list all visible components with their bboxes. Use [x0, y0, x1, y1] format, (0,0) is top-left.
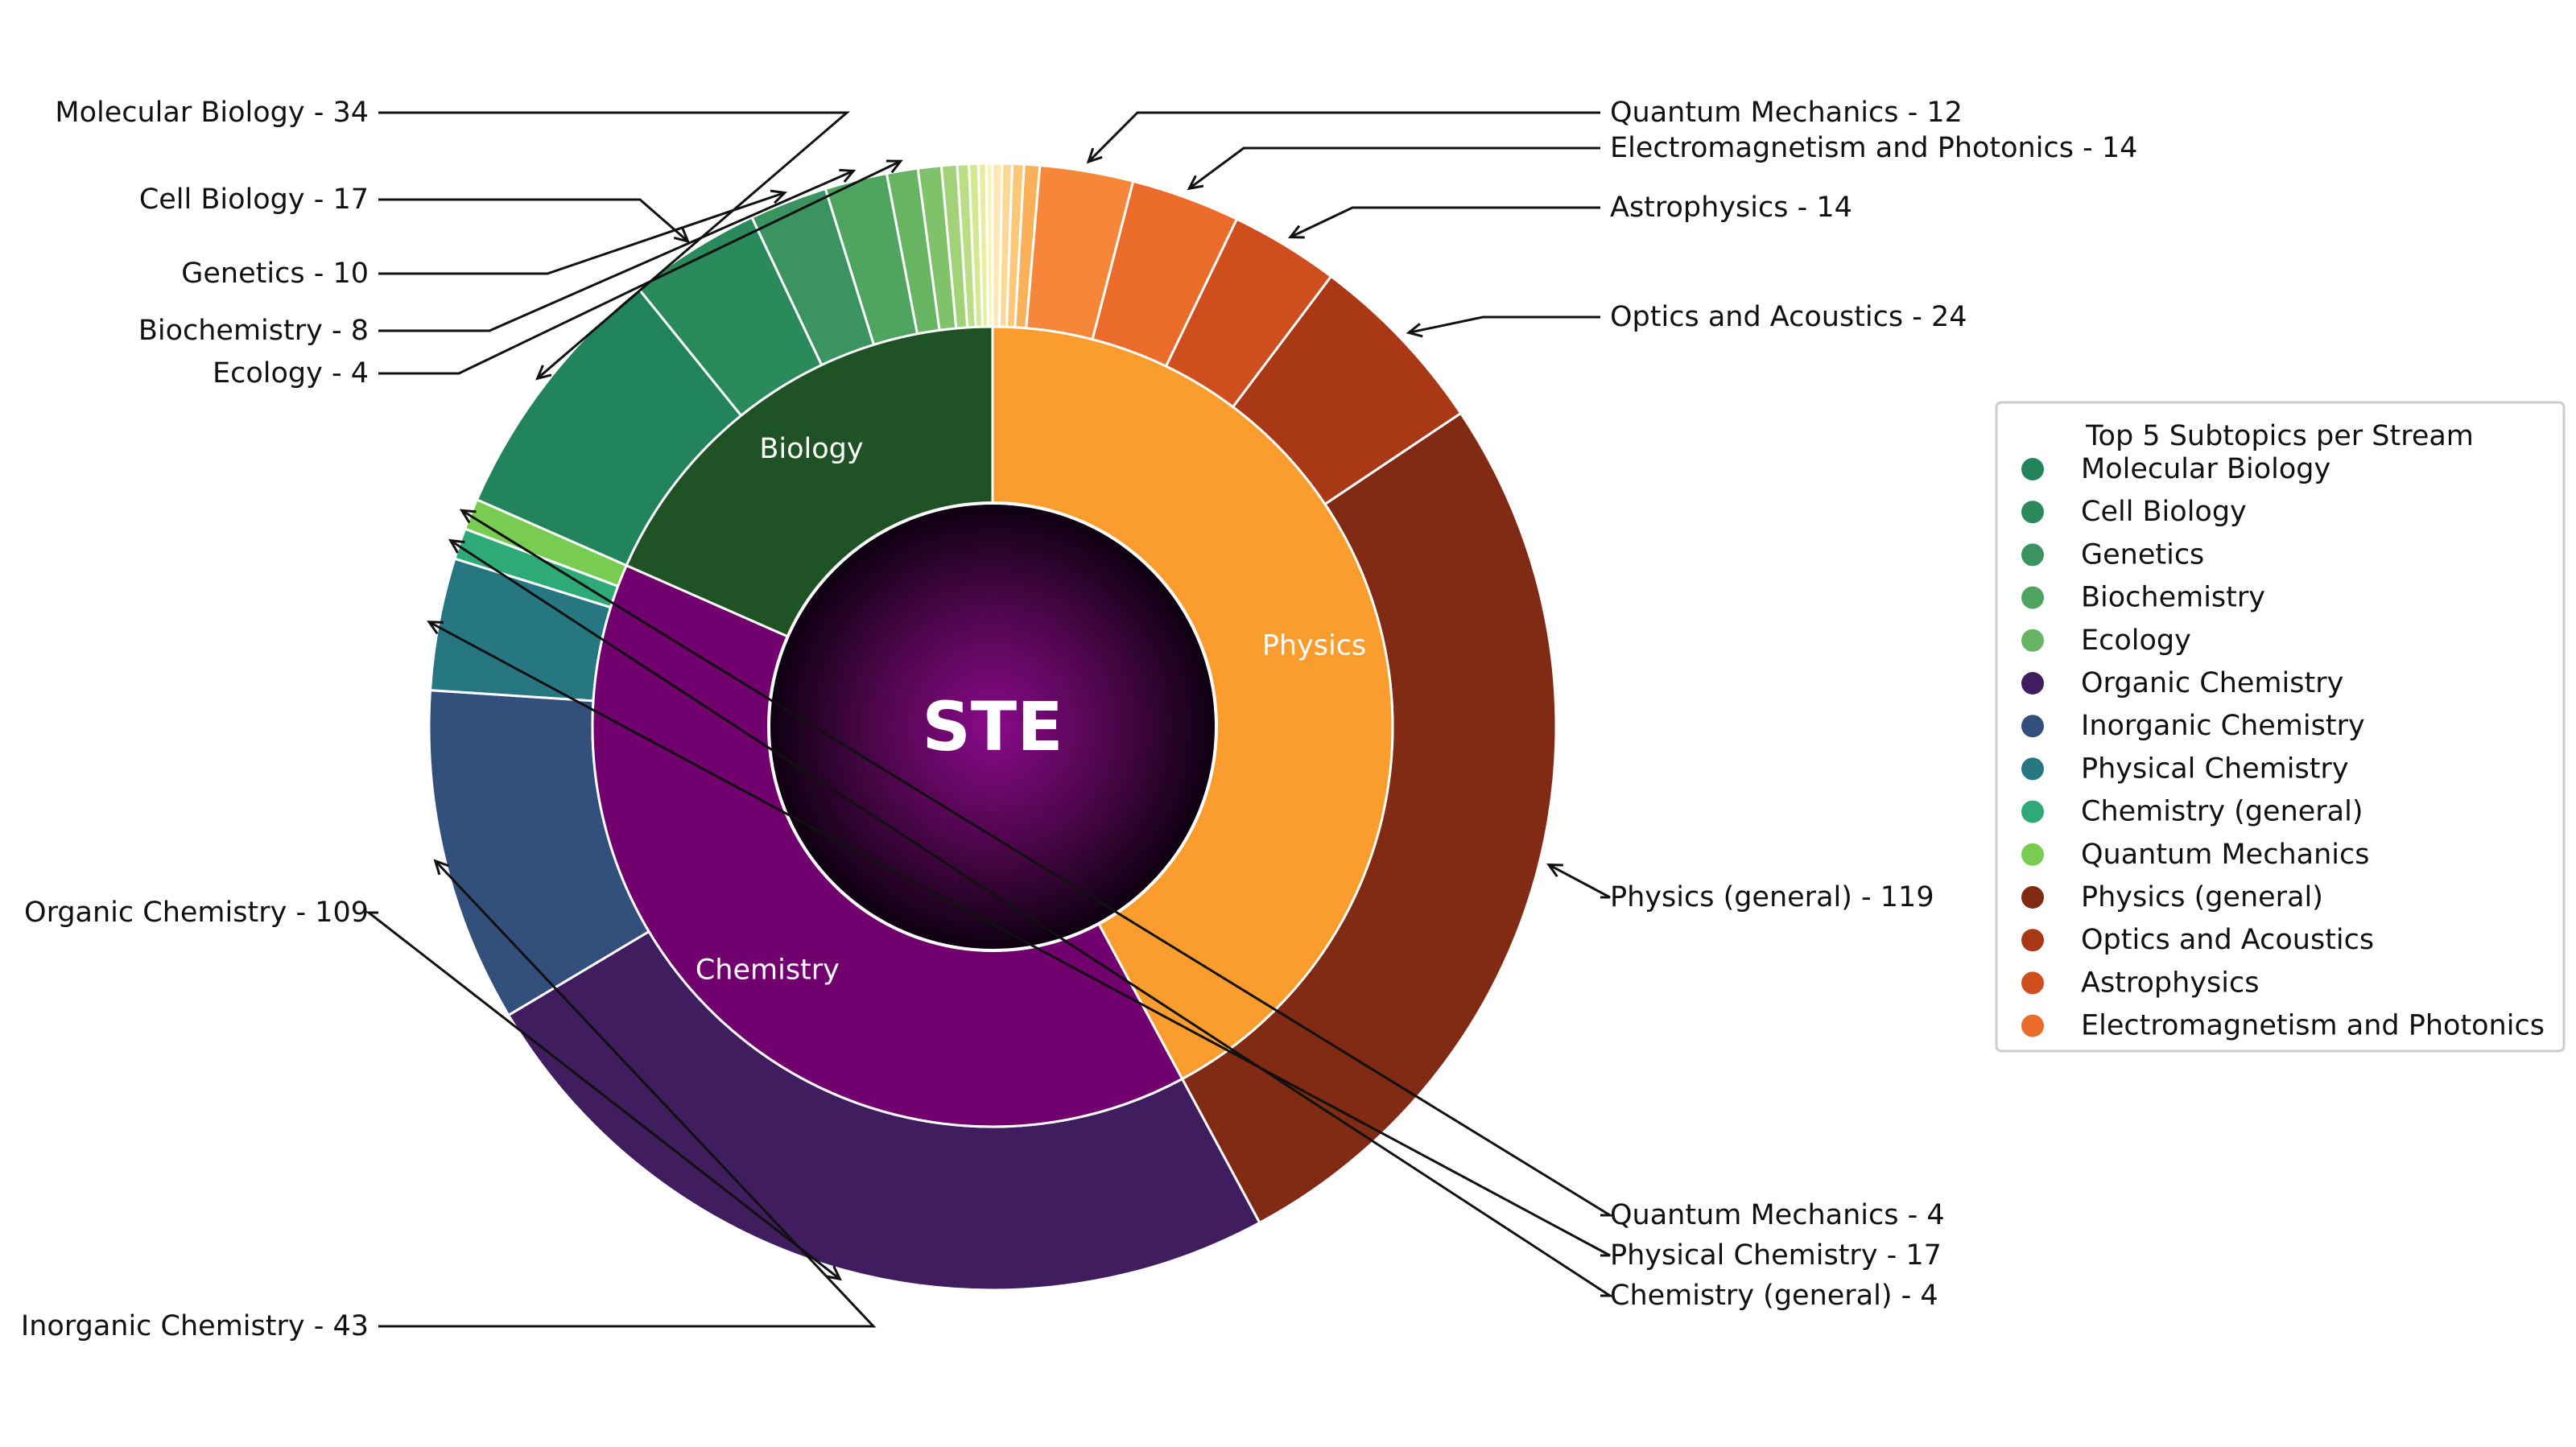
- leader-line: [1188, 146, 1600, 190]
- legend-label: Chemistry (general): [2081, 796, 2363, 828]
- callout-label: Electromagnetism and Photonics - 14: [1610, 132, 2137, 164]
- legend-marker: [2021, 757, 2044, 781]
- sunburst-chart: STE Physics Chemistry Biology Molecular Bi…: [21, 97, 2566, 1342]
- legend-label: Optics and Acoustics: [2081, 924, 2374, 956]
- legend: Top 5 Subtopics per Stream Molecular Bio…: [1995, 401, 2566, 1053]
- center-label: STE: [922, 687, 1063, 766]
- legend-label: Astrophysics: [2081, 967, 2259, 999]
- legend-label: Ecology: [2081, 625, 2191, 657]
- leader-line: [1408, 315, 1600, 334]
- legend-label: Electromagnetism and Photonics: [2081, 1010, 2545, 1042]
- callout-label: Quantum Mechanics - 4: [1610, 1199, 1945, 1231]
- leader-line: [1088, 111, 1600, 163]
- legend-label: Physics (general): [2081, 881, 2323, 913]
- callout-label: Genetics - 10: [181, 258, 369, 290]
- legend-label: Organic Chemistry: [2081, 667, 2343, 699]
- legend-marker: [2021, 543, 2044, 567]
- legend-marker: [2021, 886, 2044, 909]
- legend-marker: [2021, 800, 2044, 823]
- callout-label: Inorganic Chemistry - 43: [21, 1310, 369, 1342]
- leader-line: [378, 198, 689, 243]
- legend-title: Top 5 Subtopics per Stream: [2085, 420, 2474, 452]
- legend-marker: [2021, 672, 2044, 695]
- legend-label: Quantum Mechanics: [2081, 839, 2369, 871]
- callout-label: Astrophysics - 14: [1610, 192, 1852, 224]
- callout-label: Cell Biology - 17: [139, 183, 369, 216]
- callout-label: Quantum Mechanics - 12: [1610, 97, 1963, 129]
- legend-marker: [2021, 929, 2044, 952]
- legend-marker: [2021, 458, 2044, 480]
- legend-marker: [2021, 1014, 2044, 1037]
- legend-label: Cell Biology: [2081, 496, 2247, 528]
- subtopic-wedge-biology-other-10: [985, 162, 994, 328]
- legend-marker: [2021, 586, 2044, 609]
- subtopic-wedge-physics-other-8: [991, 162, 1004, 328]
- callout-physics-electromagnetism-and-photonics: Electromagnetism and Photonics - 14: [1187, 132, 2137, 191]
- callout-physics-optics-and-acoustics: Optics and Acoustics - 24: [1406, 301, 1967, 338]
- callout-physics-physics-general: Physics (general) - 119: [1546, 864, 1934, 913]
- leader-line: [1290, 206, 1600, 239]
- legend-marker: [2021, 629, 2044, 652]
- callout-biology-cell-biology: Cell Biology - 17: [139, 183, 691, 244]
- legend-item-electromagnetism-and-photonics: Electromagnetism and Photonics: [2021, 1010, 2545, 1042]
- stream-label-chemistry: Chemistry: [696, 954, 840, 987]
- callout-label: Organic Chemistry - 109: [24, 897, 369, 929]
- callout-label: Optics and Acoustics - 24: [1610, 301, 1967, 333]
- stream-label-biology: Biology: [759, 433, 863, 465]
- callout-label: Physics (general) - 119: [1610, 881, 1934, 913]
- legend-label: Inorganic Chemistry: [2081, 710, 2365, 742]
- callout-label: Molecular Biology - 34: [55, 97, 369, 129]
- stream-label-physics: Physics: [1262, 629, 1366, 662]
- leader-line: [1548, 864, 1611, 899]
- legend-label: Genetics: [2081, 538, 2204, 571]
- legend-marker: [2021, 715, 2044, 738]
- legend-label: Biochemistry: [2081, 582, 2265, 614]
- legend-marker: [2021, 843, 2044, 866]
- legend-label: Physical Chemistry: [2081, 752, 2349, 785]
- legend-marker: [2021, 501, 2044, 524]
- callout-label: Biochemistry - 8: [138, 315, 369, 347]
- callout-label: Physical Chemistry - 17: [1610, 1239, 1942, 1272]
- legend-marker: [2021, 971, 2044, 995]
- callout-physics-astrophysics: Astrophysics - 14: [1287, 192, 1852, 239]
- legend-label: Molecular Biology: [2081, 453, 2330, 485]
- callout-label: Chemistry (general) - 4: [1610, 1280, 1938, 1312]
- callout-label: Ecology - 4: [213, 357, 369, 390]
